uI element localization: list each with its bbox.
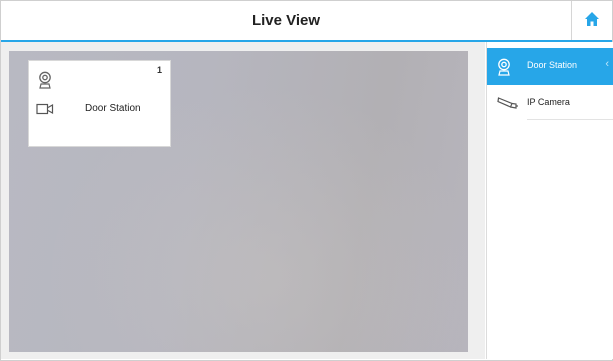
home-button[interactable] <box>571 1 612 41</box>
sidebar-item-ip-camera[interactable]: IP Camera <box>487 85 613 122</box>
video-viewport[interactable]: 1 Door Station <box>9 51 468 352</box>
ip-camera-icon <box>497 95 519 116</box>
page-title: Live View <box>251 12 321 29</box>
channel-number: 1 <box>156 65 162 75</box>
channel-tile[interactable]: 1 Door Station <box>28 60 171 147</box>
door-station-icon <box>38 71 52 94</box>
header-bar: Live View <box>1 1 612 41</box>
sidebar-item-door-station[interactable]: Door Station ‹ <box>487 48 613 85</box>
live-view-area: 1 Door Station <box>1 42 485 359</box>
device-sidebar: Door Station ‹ IP Camera <box>486 42 613 359</box>
sidebar-item-label: Door Station <box>527 60 578 70</box>
camera-icon <box>36 102 54 120</box>
channel-label: Door Station <box>85 103 141 114</box>
sidebar-item-label: IP Camera <box>527 97 570 107</box>
door-station-icon <box>497 58 511 81</box>
home-icon <box>584 11 600 32</box>
sidebar-divider <box>527 119 613 120</box>
chevron-left-icon: ‹ <box>605 58 609 70</box>
